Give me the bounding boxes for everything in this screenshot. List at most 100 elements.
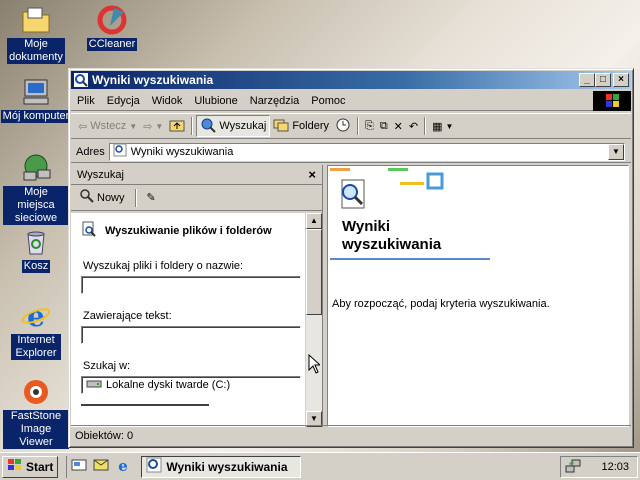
- search-pane-scrollbar[interactable]: ▲ ▼: [306, 213, 322, 427]
- magnifier-icon: [80, 189, 94, 206]
- svg-text:e: e: [119, 457, 129, 473]
- search-form-title: Wyszukiwanie plików i folderów: [105, 224, 272, 237]
- desktop-icon-label: FastStone Image Viewer: [3, 410, 69, 449]
- windows-logo-icon: [593, 91, 631, 111]
- desktop-icon-label: Moje miejsca sieciowe: [3, 186, 69, 225]
- menu-edit[interactable]: Edycja: [101, 95, 146, 107]
- network-icon: [20, 152, 52, 184]
- forward-button[interactable]: ⇨ ▼: [140, 115, 166, 137]
- desktop-icon-label: Moje dokumenty: [7, 38, 65, 64]
- new-search-button[interactable]: Nowy: [77, 187, 128, 209]
- move-to-icon: ⎘: [365, 119, 374, 132]
- desktop-icon-faststone[interactable]: FastStone Image Viewer: [0, 376, 72, 449]
- delete-button[interactable]: ✕: [391, 115, 406, 137]
- toolbar-separator: [357, 117, 359, 135]
- search-globe-icon: [200, 117, 217, 136]
- svg-text:e: e: [27, 300, 45, 332]
- lookin-value: Lokalne dyski twarde (C:): [106, 379, 231, 391]
- results-pane: Wyniki wyszukiwania Aby rozpocząć, podaj…: [327, 165, 629, 427]
- menu-view[interactable]: Widok: [146, 95, 189, 107]
- mouse-cursor-icon: [308, 354, 320, 374]
- desktop-icon-internet-explorer[interactable]: e Internet Explorer: [0, 300, 72, 360]
- search-options-button[interactable]: ✎: [144, 187, 159, 209]
- views-button[interactable]: ▦ ▼: [429, 115, 456, 137]
- views-icon: ▦: [432, 120, 443, 133]
- ccleaner-icon: [96, 4, 128, 36]
- maximize-button[interactable]: □: [595, 73, 611, 87]
- up-folder-button[interactable]: [166, 115, 188, 137]
- search-pane-toolbar: Nowy ✎: [71, 185, 322, 211]
- hard-drive-icon: [86, 379, 102, 392]
- desktop-icon-my-computer[interactable]: Mój komputer: [0, 76, 72, 123]
- desktop-icon-ccleaner[interactable]: CCleaner: [76, 4, 148, 51]
- folders-label: Foldery: [292, 120, 329, 132]
- desktop-icon-network[interactable]: Moje miejsca sieciowe: [0, 152, 72, 225]
- menu-tools[interactable]: Narzędzia: [244, 95, 306, 107]
- back-label: Wstecz: [90, 120, 127, 132]
- eraser-icon: ✎: [146, 192, 156, 204]
- network-tray-icon[interactable]: [565, 458, 581, 477]
- menu-favorites[interactable]: Ulubione: [188, 95, 243, 107]
- search-form: Wyszukiwanie plików i folderów Wyszukaj …: [71, 213, 305, 427]
- show-desktop-icon[interactable]: [71, 457, 87, 476]
- scroll-up-button[interactable]: ▲: [306, 213, 322, 229]
- results-message: Aby rozpocząć, podaj kryteria wyszukiwan…: [332, 298, 550, 310]
- clock[interactable]: 12:03: [601, 461, 629, 473]
- search-pane-close-button[interactable]: ×: [308, 167, 316, 182]
- minimize-button[interactable]: _: [579, 73, 595, 87]
- back-arrow-icon: ⇦: [78, 120, 88, 133]
- history-icon: [335, 117, 351, 136]
- chevron-down-icon: ▼: [129, 121, 138, 131]
- taskbar: Start e Wyniki wyszukiwania 12:03: [0, 452, 640, 480]
- forward-arrow-icon: ⇨: [143, 120, 153, 133]
- address-dropdown-button[interactable]: ▼: [608, 143, 624, 160]
- copy-to-button[interactable]: ⧉: [377, 115, 391, 137]
- address-field[interactable]: Wyniki wyszukiwania ▼: [108, 142, 625, 161]
- search-pane-title: Wyszukaj: [77, 168, 124, 181]
- name-field-label: Wyszukaj pliki i foldery o nazwie:: [83, 260, 244, 272]
- desktop-icon-recycle-bin[interactable]: Kosz: [0, 226, 72, 273]
- status-text: Obiektów: 0: [75, 429, 134, 442]
- lookin-select[interactable]: Lokalne dyski twarde (C:): [81, 376, 301, 394]
- search-pane-header: Wyszukaj ×: [71, 165, 322, 185]
- search-now-button[interactable]: [81, 404, 209, 414]
- undo-icon: ↶: [408, 120, 419, 133]
- search-window-icon: [146, 457, 162, 476]
- menu-help[interactable]: Pomoc: [305, 95, 351, 107]
- windows-flag-icon: [7, 458, 23, 475]
- recycle-bin-icon: [20, 226, 52, 258]
- taskbar-item-search-results[interactable]: Wyniki wyszukiwania: [141, 455, 302, 478]
- move-to-button[interactable]: ⎘: [362, 115, 377, 137]
- window-title: Wyniki wyszukiwania: [92, 73, 214, 87]
- menu-file[interactable]: Plik: [71, 95, 101, 107]
- back-button[interactable]: ⇦ Wstecz ▼: [75, 115, 140, 137]
- results-title-line1: Wyniki: [342, 218, 391, 235]
- containing-text-input[interactable]: [81, 326, 301, 344]
- faststone-icon: [20, 376, 52, 408]
- results-title: Wyniki wyszukiwania: [342, 218, 441, 254]
- ie-quicklaunch-icon[interactable]: e: [115, 457, 131, 476]
- results-divider: [330, 258, 490, 260]
- address-bar: Adres Wyniki wyszukiwania ▼: [71, 141, 631, 163]
- scroll-thumb[interactable]: [306, 229, 322, 315]
- desktop-icon-label: Mój komputer: [0, 110, 72, 123]
- filename-input[interactable]: [81, 276, 301, 294]
- search-label: Wyszukaj: [219, 120, 267, 132]
- toolbar-separator: [191, 117, 194, 135]
- status-bar: Obiektów: 0: [71, 425, 631, 445]
- close-button[interactable]: ×: [613, 73, 629, 87]
- history-button[interactable]: [332, 115, 354, 137]
- start-button[interactable]: Start: [2, 455, 59, 478]
- undo-button[interactable]: ↶: [406, 115, 421, 137]
- search-form-title-row: Wyszukiwanie plików i folderów: [81, 221, 305, 240]
- outlook-express-icon[interactable]: [93, 457, 109, 476]
- title-bar[interactable]: Wyniki wyszukiwania _ □ ×: [71, 71, 631, 89]
- toolbar-separator: [134, 188, 137, 207]
- desktop-icon-label: Kosz: [21, 260, 51, 273]
- folder-documents-icon: [20, 4, 52, 36]
- results-title-line2: wyszukiwania: [342, 236, 442, 253]
- system-tray: 12:03: [560, 456, 638, 478]
- search-button[interactable]: Wyszukaj: [196, 115, 271, 137]
- folders-button[interactable]: Foldery: [270, 115, 332, 137]
- desktop-icon-my-documents[interactable]: Moje dokumenty: [0, 4, 72, 64]
